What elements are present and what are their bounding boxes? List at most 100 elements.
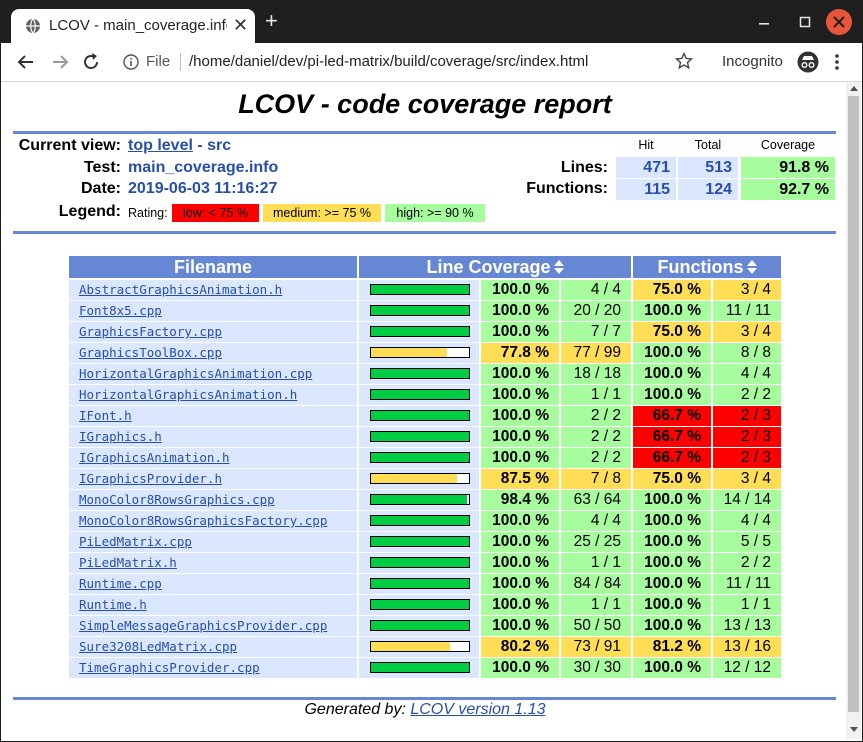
coverage-bar-fill (371, 537, 469, 546)
coverage-bar-cell (359, 427, 479, 447)
file-link[interactable]: Font8x5.cpp (79, 303, 162, 318)
line-coverage-count: 4 / 4 (561, 280, 631, 300)
vertical-scrollbar[interactable] (846, 82, 861, 739)
file-link[interactable]: GraphicsFactory.cpp (79, 324, 222, 339)
header-ruler-top (13, 131, 836, 134)
file-link[interactable]: PiLedMatrix.h (79, 555, 177, 570)
top-level-link[interactable]: top level (128, 137, 193, 154)
function-coverage-percent: 66.7 % (633, 427, 711, 447)
coverage-bar (370, 662, 470, 673)
line-coverage-percent: 80.2 % (481, 637, 559, 657)
file-link[interactable]: IGraphics.h (79, 429, 162, 444)
line-coverage-percent: 100.0 % (481, 616, 559, 636)
file-link[interactable]: MonoColor8RowsGraphicsFactory.cpp (79, 513, 327, 528)
line-coverage-percent: 100.0 % (481, 532, 559, 552)
header-functions-label: Functions (657, 257, 744, 277)
current-view-dir: src (207, 137, 232, 154)
file-link[interactable]: IFont.h (79, 408, 132, 423)
function-coverage-percent: 100.0 % (633, 343, 711, 363)
incognito-icon[interactable] (797, 51, 819, 73)
coverage-bar-fill (371, 306, 469, 315)
filename-cell: MonoColor8RowsGraphicsFactory.cpp (69, 511, 357, 531)
file-link[interactable]: Runtime.h (79, 597, 147, 612)
header-filename[interactable]: Filename (69, 256, 357, 278)
coverage-bar-fill (371, 642, 450, 651)
file-link[interactable]: SimpleMessageGraphicsProvider.cpp (79, 618, 327, 633)
coverage-bar-cell (359, 595, 479, 615)
browser-tab[interactable]: LCOV - main_coverage.info ✕ (11, 9, 255, 43)
line-coverage-percent: 100.0 % (481, 553, 559, 573)
incognito-label: Incognito (722, 53, 783, 70)
line-coverage-count: 1 / 1 (561, 595, 631, 615)
coverage-bar-fill (371, 600, 469, 609)
coverage-bar-fill (371, 516, 469, 525)
scroll-thumb[interactable] (848, 96, 859, 712)
table-row: PiLedMatrix.h 100.0 % 1 / 1 100.0 % 2 / 2 (69, 553, 781, 574)
coverage-bar (370, 347, 470, 358)
line-coverage-count: 1 / 1 (561, 553, 631, 573)
lcov-version-link[interactable]: LCOV version 1.13 (410, 701, 545, 718)
file-link[interactable]: HorizontalGraphicsAnimation.h (79, 387, 297, 402)
lines-coverage: 91.8 % (741, 157, 835, 178)
file-link[interactable]: GraphicsToolBox.cpp (79, 345, 222, 360)
col-coverage: Coverage (760, 138, 816, 152)
line-coverage-count: 7 / 8 (561, 469, 631, 489)
filename-cell: Runtime.cpp (69, 574, 357, 594)
function-coverage-percent: 100.0 % (633, 532, 711, 552)
coverage-bar-fill (371, 327, 469, 336)
minimize-icon[interactable] (758, 17, 770, 29)
function-coverage-count: 8 / 8 (713, 343, 781, 363)
file-link[interactable]: IGraphicsProvider.h (79, 471, 222, 486)
file-link[interactable]: Sure3208LedMatrix.cpp (79, 639, 237, 654)
line-coverage-count: 63 / 64 (561, 490, 631, 510)
function-coverage-percent: 66.7 % (633, 406, 711, 426)
test-value: main_coverage.info (128, 159, 279, 176)
date-value: 2019-06-03 11:16:27 (128, 180, 278, 197)
sort-arrows-icon[interactable] (553, 260, 564, 274)
table-row: TimeGraphicsProvider.cpp 100.0 % 30 / 30 10… (69, 658, 781, 679)
scroll-down-arrow-icon[interactable] (850, 727, 858, 732)
address-bar[interactable]: File /home/daniel/dev/pi-led-matrix/buil… (109, 46, 707, 78)
file-link[interactable]: Runtime.cpp (79, 576, 162, 591)
filename-cell: IFont.h (69, 406, 357, 426)
function-coverage-count: 3 / 4 (713, 469, 781, 489)
reload-icon[interactable] (80, 51, 102, 73)
filename-cell: PiLedMatrix.h (69, 553, 357, 573)
file-link[interactable]: IGraphicsAnimation.h (79, 450, 230, 465)
coverage-bar (370, 578, 470, 589)
header-functions[interactable]: Functions (633, 256, 781, 278)
bookmark-star-icon[interactable] (675, 52, 693, 70)
function-coverage-percent: 100.0 % (633, 574, 711, 594)
coverage-bar (370, 536, 470, 547)
forward-arrow-icon[interactable] (49, 51, 71, 73)
function-coverage-count: 3 / 4 (713, 280, 781, 300)
table-row: HorizontalGraphicsAnimation.cpp 100.0 % 18… (69, 364, 781, 385)
line-coverage-percent: 98.4 % (481, 490, 559, 510)
tab-close-icon[interactable]: ✕ (233, 15, 248, 36)
new-tab-button[interactable]: + (265, 10, 278, 32)
more-menu-icon[interactable] (833, 53, 841, 71)
line-coverage-percent: 100.0 % (481, 364, 559, 384)
function-coverage-percent: 75.0 % (633, 469, 711, 489)
coverage-bar (370, 305, 470, 316)
url-text[interactable]: /home/daniel/dev/pi-led-matrix/build/cov… (189, 53, 588, 70)
info-icon[interactable] (123, 54, 139, 70)
sort-arrows-icon[interactable] (746, 260, 757, 274)
col-total: Total (694, 138, 722, 152)
header-line-coverage[interactable]: Line Coverage (359, 256, 631, 278)
file-link[interactable]: PiLedMatrix.cpp (79, 534, 192, 549)
close-window-icon[interactable] (824, 7, 854, 37)
table-row: PiLedMatrix.cpp 100.0 % 25 / 25 100.0 % 5 / … (69, 532, 781, 553)
coverage-bar (370, 431, 470, 442)
file-link[interactable]: TimeGraphicsProvider.cpp (79, 660, 260, 675)
scroll-up-arrow-icon[interactable] (850, 86, 858, 91)
line-coverage-count: 2 / 2 (561, 427, 631, 447)
back-arrow-icon[interactable] (15, 51, 37, 73)
coverage-bar-cell (359, 343, 479, 363)
file-link[interactable]: MonoColor8RowsGraphics.cpp (79, 492, 275, 507)
function-coverage-percent: 100.0 % (633, 658, 711, 678)
coverage-bar-cell (359, 616, 479, 636)
file-link[interactable]: HorizontalGraphicsAnimation.cpp (79, 366, 312, 381)
maximize-icon[interactable] (799, 16, 811, 28)
file-link[interactable]: AbstractGraphicsAnimation.h (79, 282, 282, 297)
